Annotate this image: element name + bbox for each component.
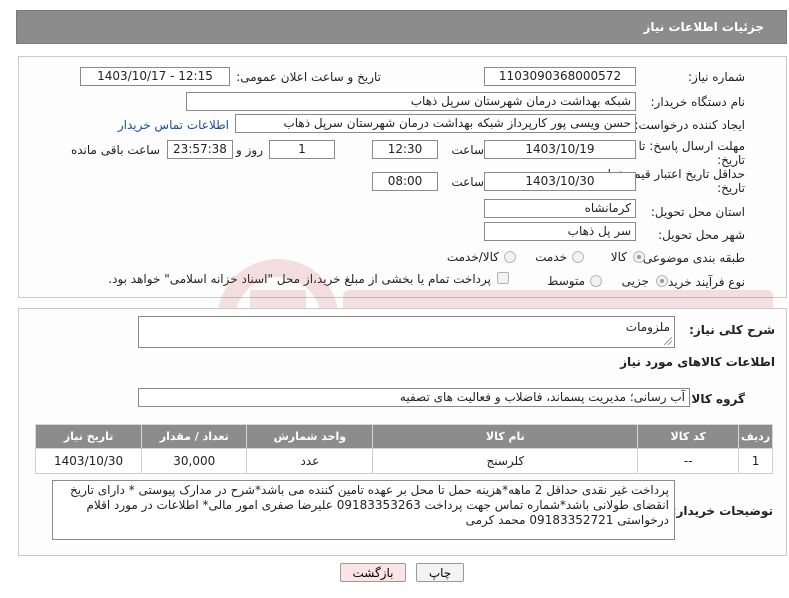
- goods-section-title: اطلاعات کالاهای مورد نیاز: [620, 355, 775, 369]
- goods-group-label: گروه کالا:: [686, 392, 745, 406]
- goods-group-field: آب رسانی؛ مدیریت پسماند، فاضلاب و فعالیت…: [138, 388, 690, 407]
- price-validity-label-2: تاریخ:: [717, 181, 745, 195]
- remaining-time-label: ساعت باقی مانده: [70, 143, 160, 157]
- days-label: روز و: [236, 143, 263, 157]
- buyer-notes-value: پرداخت غیر نقدی حداقل 2 ماهه*هزینه حمل ت…: [70, 483, 669, 527]
- col-code: کد کالا: [637, 424, 740, 449]
- province-field: کرمانشاه: [484, 199, 636, 218]
- city-field: سر پل ذهاب: [484, 222, 636, 241]
- goods-table-header: ردیف کد کالا نام کالا واحد شمارش تعداد /…: [34, 424, 773, 449]
- purchase-type-label: نوع فرآیند خرید :: [660, 275, 745, 289]
- category-radio-goods[interactable]: [633, 251, 645, 263]
- reply-date-field: 1403/10/19: [484, 140, 636, 159]
- col-quantity: تعداد / مقدار: [141, 424, 248, 449]
- treasury-payment-note: پرداخت تمام یا بخشی از مبلغ خرید،از محل …: [108, 272, 491, 286]
- remaining-time-field: 23:57:38: [167, 140, 233, 159]
- cell-row: 1: [738, 448, 773, 474]
- buyer-notes-textarea[interactable]: پرداخت غیر نقدی حداقل 2 ماهه*هزینه حمل ت…: [52, 480, 675, 540]
- price-date-field: 1403/10/30: [484, 172, 636, 191]
- reply-deadline-label-2: تاریخ:: [717, 153, 745, 167]
- need-number-field: 1103090368000572: [484, 67, 636, 86]
- creator-label: ایجاد کننده درخواست:: [634, 118, 745, 132]
- purchase-radio-medium[interactable]: [590, 275, 602, 287]
- cell-code: --: [637, 448, 740, 474]
- announce-label: تاریخ و ساعت اعلان عمومی:: [236, 70, 381, 84]
- province-label: استان محل تحویل:: [650, 205, 745, 219]
- treasury-payment-checkbox[interactable]: [497, 272, 509, 284]
- buyer-org-field: شبکه بهداشت درمان شهرستان سرپل ذهاب: [186, 92, 636, 111]
- creator-field: حسن ویسی پور کارپرداز شبکه بهداشت درمان …: [235, 114, 636, 133]
- buyer-notes-label: توضیحات خریدار:: [671, 504, 773, 518]
- need-number-label: شماره نیاز:: [688, 70, 745, 84]
- category-option-goods: کالا: [610, 250, 627, 264]
- description-textarea[interactable]: ملزومات: [138, 316, 675, 348]
- resize-grip-icon[interactable]: [664, 337, 672, 345]
- purchase-option-medium: متوسط: [547, 274, 585, 288]
- buyer-contact-link[interactable]: اطلاعات تماس خریدار: [118, 118, 229, 132]
- buyer-org-label: نام دستگاه خریدار:: [650, 95, 746, 109]
- cell-name: کلرسنج: [372, 448, 639, 474]
- col-name: نام کالا: [372, 424, 639, 449]
- description-label: شرح کلی نیاز:: [689, 323, 775, 337]
- announce-datetime-field: 1403/10/17 - 12:15: [80, 67, 230, 86]
- category-option-service: خدمت: [535, 250, 567, 264]
- category-radio-service[interactable]: [572, 251, 584, 263]
- cell-quantity: 30,000: [141, 448, 248, 474]
- cell-unit: عدد: [246, 448, 374, 474]
- reply-time-label: ساعت: [451, 143, 484, 157]
- print-button[interactable]: چاپ: [416, 563, 464, 582]
- category-option-goods-service: کالا/خدمت: [446, 250, 499, 264]
- col-need-date: تاریخ نیاز: [34, 424, 143, 449]
- city-label: شهر محل تحویل:: [658, 228, 745, 242]
- price-time-field: 08:00: [372, 172, 438, 191]
- goods-table: ردیف کد کالا نام کالا واحد شمارش تعداد /…: [34, 424, 773, 474]
- page-header: جزئیات اطلاعات نیاز: [16, 10, 787, 44]
- cell-need-date: 1403/10/30: [34, 448, 143, 474]
- reply-time-field: 12:30: [372, 140, 438, 159]
- page-title: جزئیات اطلاعات نیاز: [643, 20, 764, 34]
- category-label: طبقه بندی موضوعی:: [638, 251, 745, 265]
- purchase-radio-minor[interactable]: [656, 275, 668, 287]
- back-button[interactable]: بازگشت: [340, 563, 406, 582]
- category-radio-goods-service[interactable]: [504, 251, 516, 263]
- description-value: ملزومات: [625, 320, 670, 334]
- col-row: ردیف: [738, 424, 773, 449]
- reply-deadline-label: مهلت ارسال پاسخ: تا: [638, 139, 745, 153]
- table-row: 1 -- کلرسنج عدد 30,000 1403/10/30: [34, 448, 773, 474]
- price-time-label: ساعت: [451, 175, 484, 189]
- purchase-option-minor: جزیی: [621, 274, 649, 288]
- remaining-days-field: 1: [269, 140, 335, 159]
- col-unit: واحد شمارش: [246, 424, 374, 449]
